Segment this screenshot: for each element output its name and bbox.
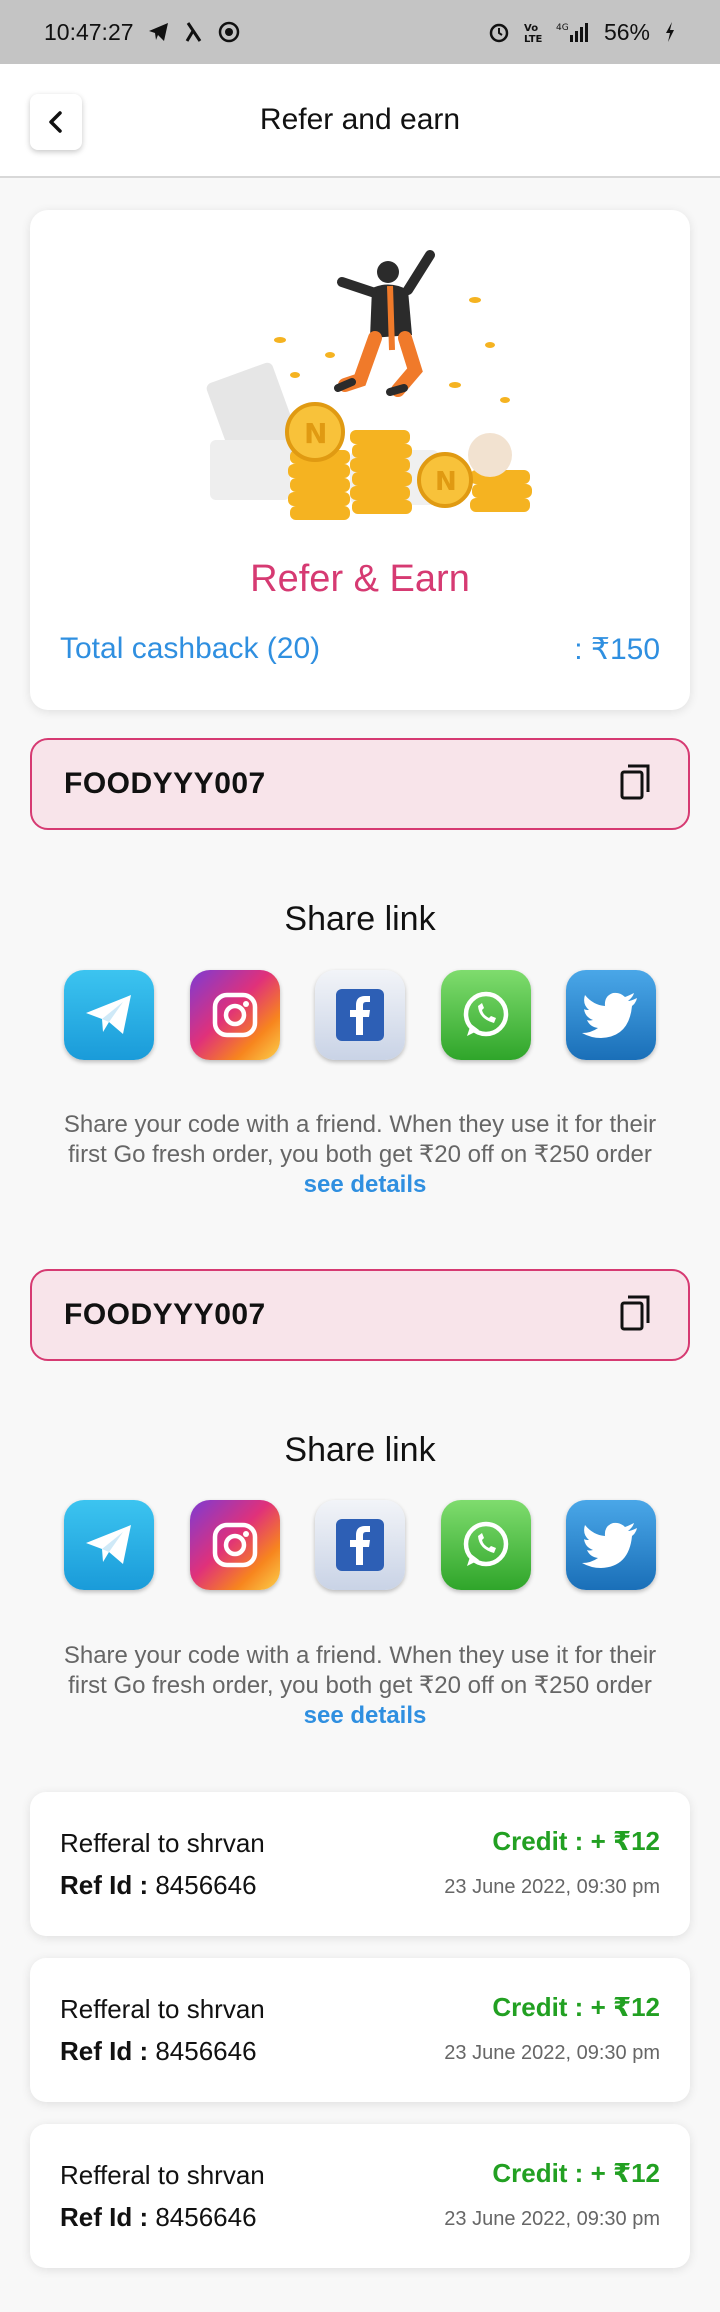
share-apps-row — [64, 1500, 656, 1590]
credit-amount: Credit : + ₹12 — [492, 2158, 660, 2188]
see-details-link[interactable]: see details — [304, 1171, 427, 1198]
share-apps-row — [64, 970, 656, 1060]
ref-id-value: 8456646 — [155, 2036, 257, 2066]
see-details-link[interactable]: see details — [304, 1702, 427, 1729]
referral-name: Refferal to shrvan — [60, 1994, 265, 2024]
svg-text:4G: 4G — [556, 23, 569, 33]
target-icon — [218, 21, 240, 43]
status-time: 10:47:27 — [44, 18, 134, 45]
twitter-icon[interactable] — [566, 970, 656, 1060]
referral-id: Ref Id : 8456646 — [60, 1870, 257, 1901]
whatsapp-icon[interactable] — [440, 1500, 531, 1590]
referral-date: 23 June 2022, 09:30 pm — [444, 1876, 660, 1898]
referral-name: Refferal to shrvan — [60, 2160, 265, 2190]
moon-icon — [184, 21, 204, 43]
share-description-text: Share your code with a friend. When they… — [63, 1111, 657, 1168]
share-description-text: Share your code with a friend. When they… — [63, 1642, 657, 1699]
facebook-icon[interactable] — [315, 1500, 405, 1590]
app-header: Refer and earn — [0, 64, 720, 178]
referral-date: 23 June 2022, 09:30 pm — [444, 2042, 660, 2064]
svg-text:N: N — [304, 417, 327, 450]
refer-earn-card: N N Refer & Earn Total cashback (20) : ₹… — [30, 210, 690, 710]
alarm-icon — [488, 21, 510, 43]
share-link-title: Share link — [284, 1431, 436, 1469]
total-cashback-value: : ₹150 — [574, 633, 660, 666]
ref-id-value: 8456646 — [155, 1870, 257, 1900]
referral-code: FOODYYY007 — [64, 767, 266, 800]
referral-name: Refferal to shrvan — [60, 1828, 265, 1858]
share-description: Share your code with a friend. When they… — [60, 1110, 660, 1200]
ref-id-value: 8456646 — [155, 2202, 257, 2232]
whatsapp-icon[interactable] — [440, 970, 531, 1060]
telegram-icon[interactable] — [64, 1500, 154, 1590]
credit-amount: Credit : + ₹12 — [492, 1826, 660, 1856]
referral-id: Ref Id : 8456646 — [60, 2202, 257, 2233]
referral-history-card: Refferal to shrvan Ref Id : 8456646 Cred… — [30, 2124, 690, 2268]
chevron-left-icon — [49, 111, 62, 133]
back-button[interactable] — [30, 94, 82, 150]
svg-text:LTE: LTE — [524, 34, 542, 43]
ref-id-label: Ref Id : — [60, 2202, 149, 2232]
status-bar: 10:47:27 Vo LTE 4G 56% — [0, 0, 720, 64]
share-description: Share your code with a friend. When they… — [60, 1641, 660, 1731]
total-cashback-row: Total cashback (20) : ₹150 — [60, 632, 660, 667]
instagram-icon[interactable] — [189, 970, 280, 1060]
share-link-title: Share link — [284, 900, 436, 938]
charging-icon — [664, 21, 676, 43]
total-cashback-label: Total cashback (20) — [60, 632, 321, 665]
referral-id: Ref Id : 8456646 — [60, 2036, 257, 2067]
referral-history-card: Refferal to shrvan Ref Id : 8456646 Cred… — [30, 1958, 690, 2102]
svg-text:N: N — [435, 467, 457, 497]
copy-icon[interactable] — [618, 762, 654, 807]
credit-amount: Credit : + ₹12 — [492, 1992, 660, 2022]
telegram-status-icon — [148, 22, 170, 42]
referral-code-box: FOODYYY007 — [30, 738, 690, 830]
facebook-icon[interactable] — [315, 970, 405, 1060]
telegram-icon[interactable] — [64, 970, 154, 1060]
referral-code: FOODYYY007 — [64, 1298, 266, 1331]
ref-id-label: Ref Id : — [60, 2036, 149, 2066]
instagram-icon[interactable] — [189, 1500, 280, 1590]
signal-icon: 4G — [556, 21, 590, 43]
referral-history-card: Refferal to shrvan Ref Id : 8456646 Cred… — [30, 1792, 690, 1936]
page-title: Refer and earn — [259, 103, 461, 136]
twitter-icon[interactable] — [566, 1500, 656, 1590]
copy-icon[interactable] — [618, 1293, 654, 1338]
volte-icon: Vo LTE — [524, 21, 542, 43]
referral-code-box: FOODYYY007 — [30, 1269, 690, 1361]
refer-earn-title: Refer & Earn — [250, 558, 470, 600]
celebration-illustration: N N — [206, 250, 532, 520]
ref-id-label: Ref Id : — [60, 1870, 149, 1900]
referral-date: 23 June 2022, 09:30 pm — [444, 2208, 660, 2230]
svg-text:Vo: Vo — [524, 23, 538, 34]
battery-percentage: 56% — [603, 18, 650, 45]
